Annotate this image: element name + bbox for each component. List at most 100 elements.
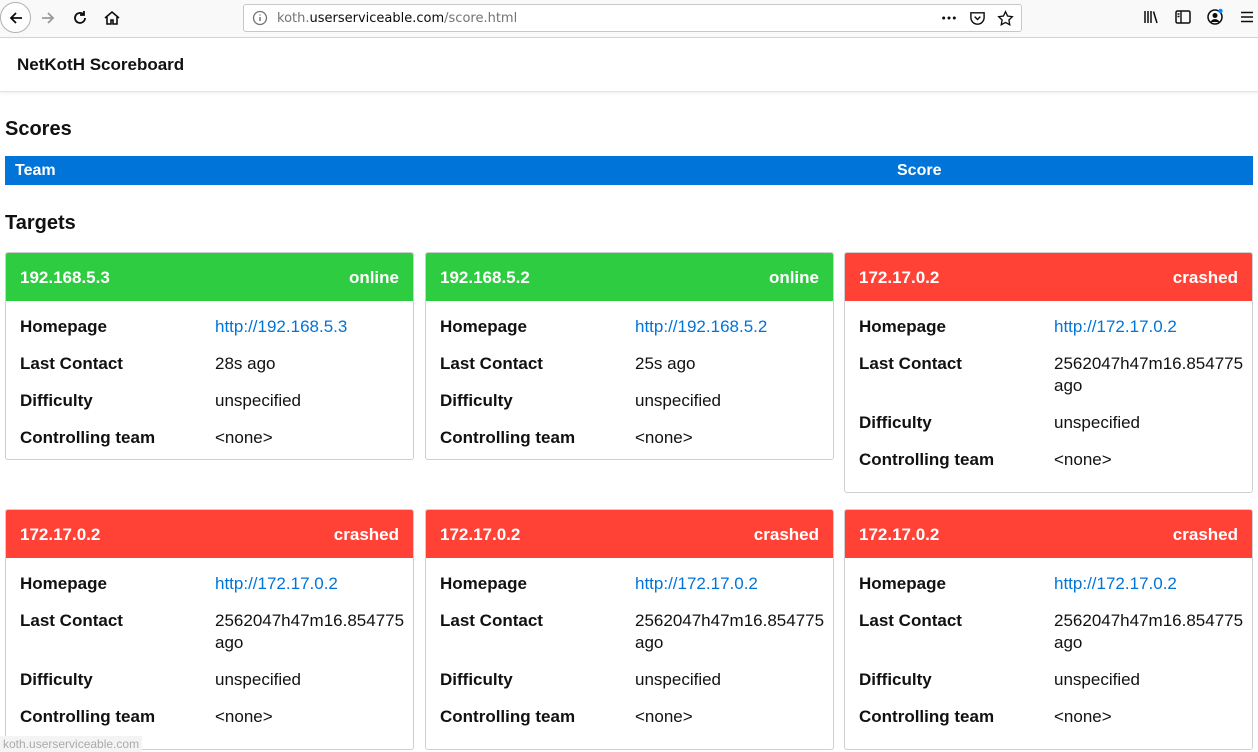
last-contact-label: Last Contact — [20, 611, 123, 630]
homepage-row: Homepage http://172.17.0.2 — [859, 316, 1252, 338]
last-contact-row: Last Contact 28s ago — [20, 353, 413, 375]
last-contact-row: Last Contact 2562047h47m16.854775 ago — [440, 610, 833, 654]
last-contact-value: 2562047h47m16.854775 ago — [1054, 611, 1244, 652]
difficulty-row: Difficulty unspecified — [859, 412, 1252, 434]
target-card: 192.168.5.2 online Homepage http://192.1… — [425, 252, 834, 460]
difficulty-label: Difficulty — [20, 391, 93, 410]
library-button[interactable] — [1140, 6, 1162, 28]
bookmark-button[interactable] — [995, 9, 1015, 27]
url-text[interactable]: koth.userserviceable.com/score.html — [277, 11, 517, 26]
back-icon — [9, 11, 22, 24]
url-path: /score.html — [444, 11, 518, 26]
pocket-icon — [969, 11, 985, 25]
target-card-header: 172.17.0.2 crashed — [845, 253, 1252, 301]
target-card: 172.17.0.2 crashed Homepage http://172.1… — [844, 509, 1253, 750]
controlling-team-value: <none> — [635, 707, 693, 726]
difficulty-value: unspecified — [1054, 413, 1141, 432]
difficulty-label: Difficulty — [20, 670, 93, 689]
controlling-team-row: Controlling team <none> — [20, 706, 413, 728]
last-contact-row: Last Contact 2562047h47m16.854775 ago — [20, 610, 413, 654]
last-contact-label: Last Contact — [859, 354, 962, 373]
target-card: 172.17.0.2 crashed Homepage http://172.1… — [5, 509, 414, 750]
menu-button[interactable] — [1236, 6, 1258, 28]
difficulty-row: Difficulty unspecified — [20, 669, 413, 691]
account-button[interactable] — [1204, 6, 1226, 28]
homepage-label: Homepage — [440, 574, 527, 593]
controlling-team-row: Controlling team <none> — [859, 706, 1252, 728]
homepage-link[interactable]: http://172.17.0.2 — [635, 574, 758, 593]
home-icon — [104, 10, 120, 25]
page-actions-button[interactable] — [939, 9, 959, 27]
controlling-team-value: <none> — [1054, 450, 1112, 469]
homepage-row: Homepage http://172.17.0.2 — [440, 573, 833, 595]
library-icon — [1144, 11, 1158, 24]
forward-button[interactable] — [33, 3, 63, 33]
last-contact-value: 25s ago — [635, 354, 696, 373]
target-status: online — [768, 268, 819, 287]
reload-icon — [74, 11, 86, 24]
difficulty-label: Difficulty — [440, 391, 513, 410]
back-button[interactable] — [0, 2, 31, 33]
last-contact-label: Last Contact — [20, 354, 123, 373]
target-card-body: Homepage http://172.17.0.2 Last Contact … — [845, 558, 1252, 749]
controlling-team-label: Controlling team — [859, 707, 995, 726]
controlling-team-value: <none> — [215, 428, 273, 447]
target-card-header: 192.168.5.3 online — [6, 253, 413, 301]
target-status: crashed — [1172, 268, 1238, 287]
target-card-body: Homepage http://172.17.0.2 Last Contact … — [845, 301, 1252, 492]
target-status: crashed — [753, 525, 819, 544]
target-ip: 172.17.0.2 — [859, 525, 940, 544]
more-icon — [942, 16, 956, 20]
controlling-team-label: Controlling team — [440, 428, 576, 447]
difficulty-row: Difficulty unspecified — [440, 390, 833, 412]
homepage-link[interactable]: http://192.168.5.2 — [635, 317, 767, 336]
scores-heading: Scores — [5, 118, 72, 140]
target-card-body: Homepage http://192.168.5.2 Last Contact… — [426, 301, 833, 459]
homepage-link[interactable]: http://192.168.5.3 — [215, 317, 347, 336]
homepage-label: Homepage — [859, 317, 946, 336]
last-contact-row: Last Contact 25s ago — [440, 353, 833, 375]
target-status: crashed — [1172, 525, 1238, 544]
homepage-link[interactable]: http://172.17.0.2 — [1054, 317, 1177, 336]
sidebar-button[interactable] — [1172, 6, 1194, 28]
difficulty-row: Difficulty unspecified — [20, 390, 413, 412]
last-contact-row: Last Contact 2562047h47m16.854775 ago — [859, 610, 1252, 654]
last-contact-label: Last Contact — [440, 611, 543, 630]
difficulty-row: Difficulty unspecified — [440, 669, 833, 691]
url-bar[interactable]: koth.userserviceable.com/score.html — [243, 4, 1022, 32]
target-card-header: 192.168.5.2 online — [426, 253, 833, 301]
menu-icon — [1241, 11, 1253, 23]
forward-icon — [42, 12, 55, 24]
status-bar-url: koth.userserviceable.com — [0, 736, 143, 752]
homepage-label: Homepage — [20, 317, 107, 336]
homepage-row: Homepage http://192.168.5.2 — [440, 316, 833, 338]
brand-title[interactable]: NetKotH Scoreboard — [17, 55, 184, 75]
target-ip: 192.168.5.3 — [20, 268, 110, 287]
url-host: userserviceable.com — [309, 11, 445, 26]
difficulty-value: unspecified — [215, 670, 302, 689]
controlling-team-label: Controlling team — [859, 450, 995, 469]
last-contact-value: 2562047h47m16.854775 ago — [635, 611, 825, 652]
info-icon[interactable] — [252, 10, 268, 26]
pocket-button[interactable] — [967, 9, 987, 27]
bookmark-star-icon — [996, 9, 1014, 26]
target-ip: 172.17.0.2 — [20, 525, 101, 544]
reload-button[interactable] — [65, 3, 95, 33]
home-button[interactable] — [97, 3, 127, 33]
targets-heading: Targets — [5, 212, 76, 234]
controlling-team-label: Controlling team — [20, 428, 156, 447]
controlling-team-label: Controlling team — [20, 707, 156, 726]
controlling-team-value: <none> — [1054, 707, 1112, 726]
homepage-row: Homepage http://192.168.5.3 — [20, 316, 413, 338]
homepage-row: Homepage http://172.17.0.2 — [859, 573, 1252, 595]
target-card-header: 172.17.0.2 crashed — [426, 510, 833, 558]
last-contact-row: Last Contact 2562047h47m16.854775 ago — [859, 353, 1252, 397]
homepage-link[interactable]: http://172.17.0.2 — [1054, 574, 1177, 593]
target-card-header: 172.17.0.2 crashed — [845, 510, 1252, 558]
controlling-team-label: Controlling team — [440, 707, 576, 726]
difficulty-value: unspecified — [215, 391, 302, 410]
homepage-link[interactable]: http://172.17.0.2 — [215, 574, 338, 593]
target-card: 172.17.0.2 crashed Homepage http://172.1… — [425, 509, 834, 750]
difficulty-label: Difficulty — [859, 670, 932, 689]
controlling-team-row: Controlling team <none> — [440, 706, 833, 728]
